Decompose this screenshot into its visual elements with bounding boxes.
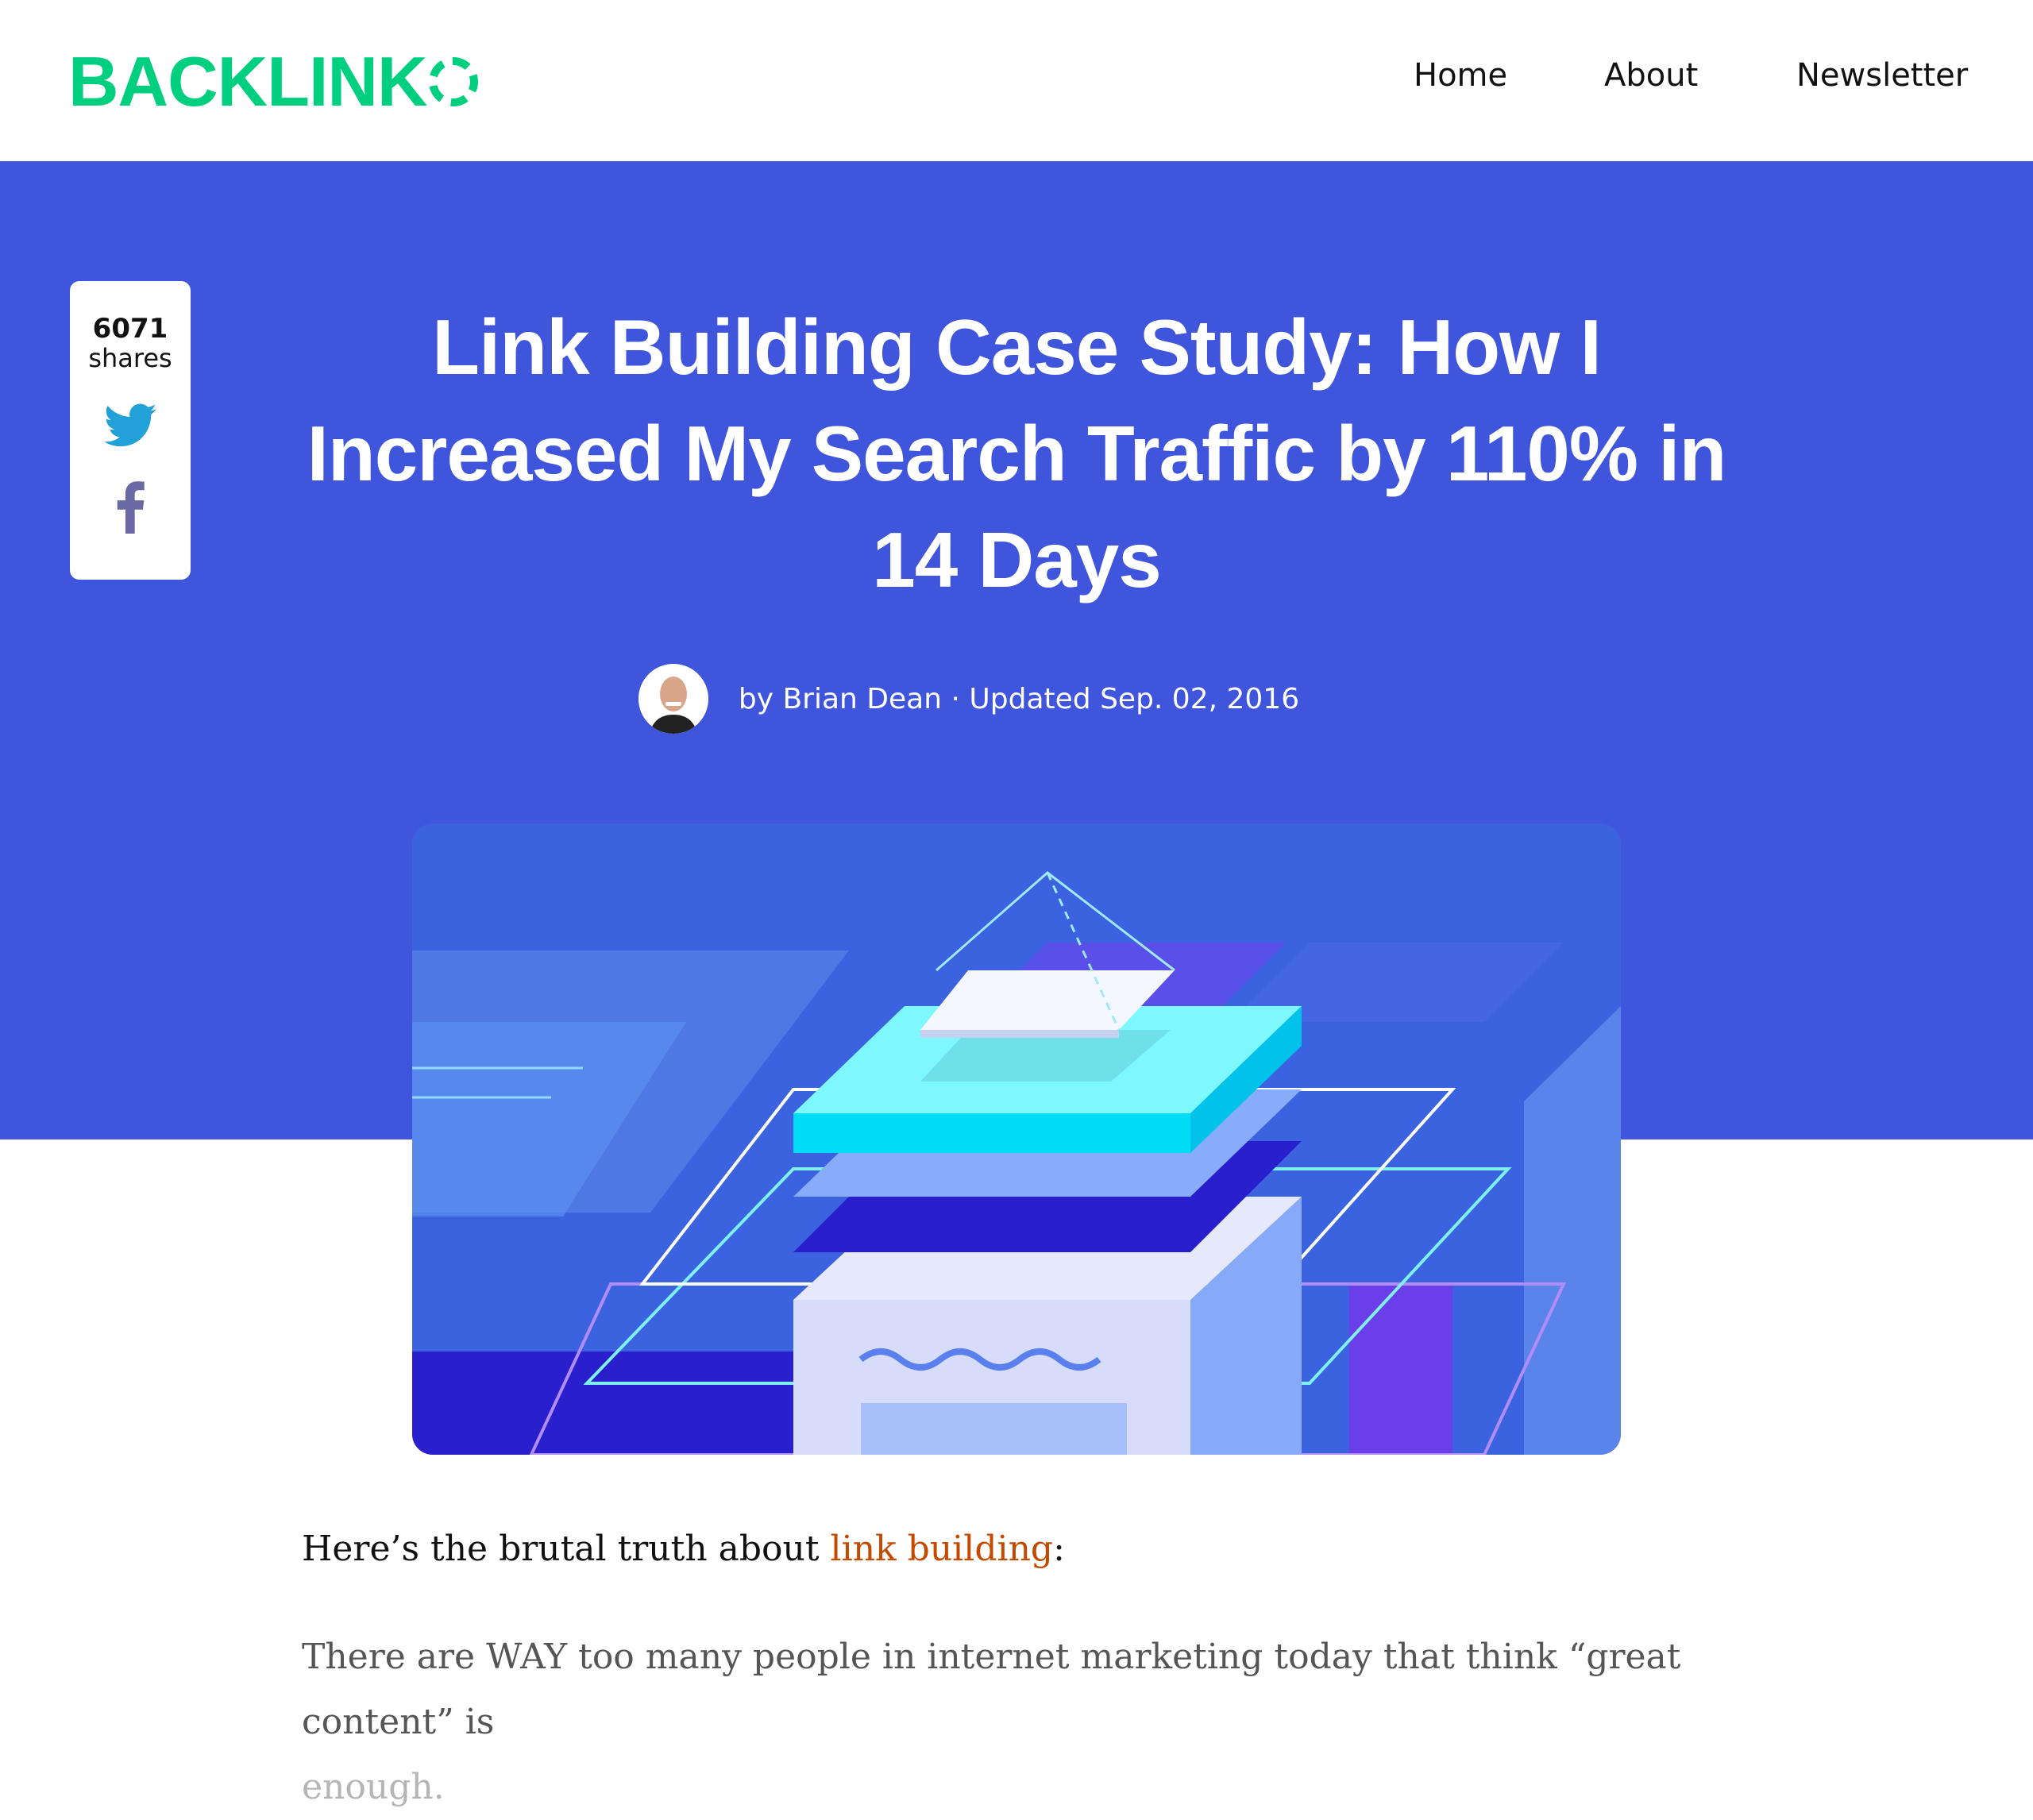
intro-paragraph: Here’s the brutal truth about link build… bbox=[302, 1517, 1747, 1582]
author-avatar[interactable] bbox=[638, 664, 708, 734]
nav-about[interactable]: About bbox=[1604, 57, 1698, 94]
link-building-link[interactable]: link building bbox=[831, 1529, 1054, 1569]
body-text: There are WAY too many people in interne… bbox=[302, 1637, 1681, 1742]
article-title: Link Building Case Study: How I Increase… bbox=[307, 303, 1727, 603]
byline-text: by Brian Dean · Updated Sep. 02, 2016 bbox=[739, 683, 1299, 715]
share-count: 6071 bbox=[92, 313, 168, 345]
body-text-faded: enough. bbox=[302, 1767, 445, 1807]
site-header: BACKLINK Home About Newsletter bbox=[0, 0, 2033, 161]
featured-image bbox=[412, 823, 1621, 1455]
byline-separator: · bbox=[951, 682, 960, 715]
twitter-icon[interactable] bbox=[104, 403, 156, 448]
body-paragraph: There are WAY too many people in interne… bbox=[302, 1625, 1747, 1820]
author-name[interactable]: by Brian Dean bbox=[739, 683, 942, 715]
intro-text: Here’s the brutal truth about bbox=[302, 1529, 831, 1569]
share-label: shares bbox=[88, 343, 172, 373]
updated-date: Updated Sep. 02, 2016 bbox=[969, 682, 1300, 715]
facebook-icon[interactable] bbox=[114, 480, 146, 534]
share-box: 6071 shares bbox=[70, 281, 191, 580]
nav-home[interactable]: Home bbox=[1414, 57, 1507, 94]
nav-newsletter[interactable]: Newsletter bbox=[1796, 57, 1968, 94]
logo-o-mark bbox=[428, 57, 478, 106]
intro-colon: : bbox=[1053, 1529, 1065, 1569]
byline: by Brian Dean · Updated Sep. 02, 2016 bbox=[0, 664, 2033, 734]
backlinko-logo[interactable]: BACKLINK bbox=[68, 46, 478, 118]
logo-text: BACKLINK bbox=[68, 42, 428, 121]
